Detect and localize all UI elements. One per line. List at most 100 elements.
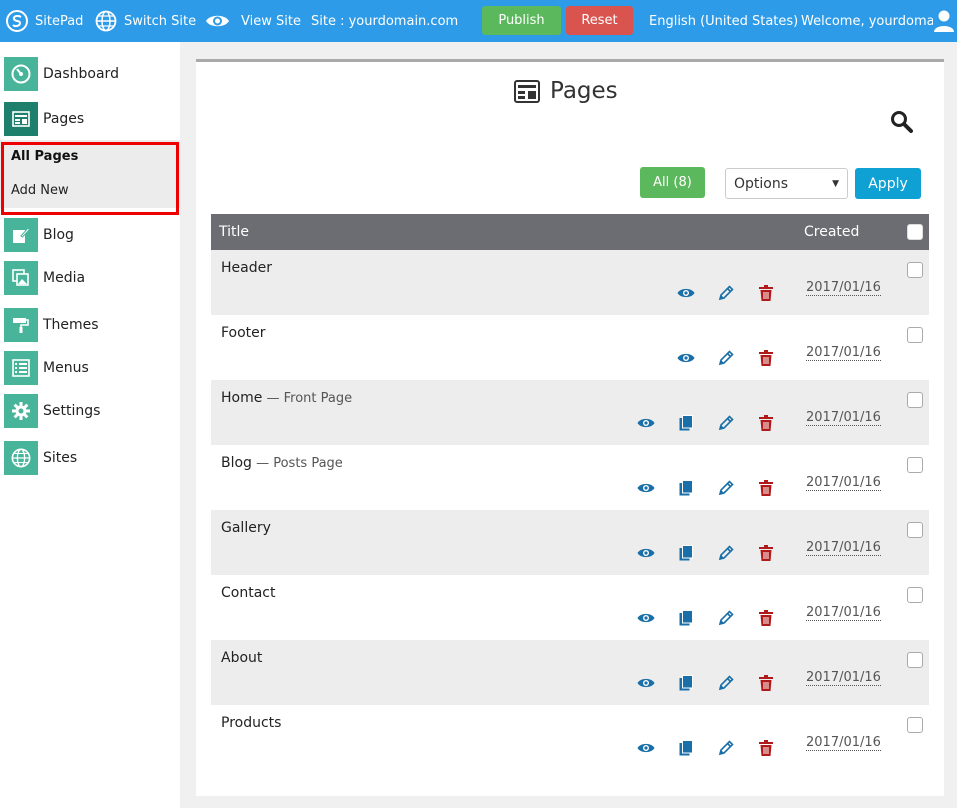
sidebar-item-label: Blog bbox=[43, 227, 74, 243]
sidebar-item-label: Menus bbox=[43, 360, 89, 376]
delete-trash-icon[interactable] bbox=[757, 349, 775, 367]
column-created: Created bbox=[804, 224, 860, 240]
page-name: Home bbox=[221, 390, 263, 406]
view-eye-icon[interactable] bbox=[637, 739, 655, 757]
copy-icon[interactable] bbox=[677, 479, 695, 497]
view-eye-icon[interactable] bbox=[637, 674, 655, 692]
edit-pencil-icon[interactable] bbox=[717, 414, 735, 432]
view-eye-icon[interactable] bbox=[677, 349, 695, 367]
sidebar-item-menus[interactable]: Menus bbox=[0, 350, 180, 386]
view-eye-icon[interactable] bbox=[637, 479, 655, 497]
row-title[interactable]: Footer bbox=[221, 325, 266, 341]
copy-icon[interactable] bbox=[677, 739, 695, 757]
page-name: About bbox=[221, 650, 263, 666]
blog-edit-icon bbox=[4, 218, 38, 252]
sidebar-item-dashboard[interactable]: Dashboard bbox=[0, 55, 180, 93]
top-bar: SitePad Switch Site View Site Site : you… bbox=[0, 0, 957, 42]
row-checkbox[interactable] bbox=[907, 262, 923, 278]
language-selector[interactable]: English (United States) bbox=[649, 0, 798, 42]
edit-pencil-icon[interactable] bbox=[717, 544, 735, 562]
dropdown-arrow-icon: ▼ bbox=[832, 178, 839, 189]
bulk-options-value: Options bbox=[734, 175, 789, 192]
select-all-checkbox[interactable] bbox=[907, 224, 923, 240]
pages-table-body: Header 2017/01/16 Footer 2017/01/16 Home — F… bbox=[211, 250, 929, 770]
publish-button[interactable]: Publish bbox=[482, 6, 561, 35]
language-label: English (United States) bbox=[649, 13, 799, 29]
brand-link[interactable]: SitePad bbox=[6, 0, 83, 42]
created-date: 2017/01/16 bbox=[806, 410, 881, 426]
view-site-link[interactable]: View Site bbox=[205, 0, 301, 42]
sidebar-subitem-add-new[interactable]: Add New bbox=[0, 173, 180, 208]
sidebar-subitem-all-pages[interactable]: All Pages bbox=[0, 140, 180, 173]
welcome-user[interactable]: Welcome, yourdoma bbox=[801, 0, 933, 42]
delete-trash-icon[interactable] bbox=[757, 544, 775, 562]
copy-icon[interactable] bbox=[677, 609, 695, 627]
brand-label: SitePad bbox=[35, 13, 84, 29]
delete-trash-icon[interactable] bbox=[757, 414, 775, 432]
copy-icon[interactable] bbox=[677, 414, 695, 432]
table-row: Footer 2017/01/16 bbox=[211, 315, 929, 380]
row-checkbox[interactable] bbox=[907, 457, 923, 473]
delete-trash-icon[interactable] bbox=[757, 739, 775, 757]
edit-pencil-icon[interactable] bbox=[717, 479, 735, 497]
edit-pencil-icon[interactable] bbox=[717, 674, 735, 692]
edit-pencil-icon[interactable] bbox=[717, 609, 735, 627]
column-title: Title bbox=[219, 224, 250, 240]
row-checkbox[interactable] bbox=[907, 587, 923, 603]
paint-roller-icon bbox=[4, 308, 38, 342]
row-title[interactable]: Products bbox=[221, 715, 281, 731]
switch-site-link[interactable]: Switch Site bbox=[95, 0, 196, 42]
sidebar-item-settings[interactable]: Settings bbox=[0, 393, 180, 429]
table-row: Products 2017/01/16 bbox=[211, 705, 929, 770]
sidebar-item-themes[interactable]: Themes bbox=[0, 307, 180, 343]
user-icon[interactable] bbox=[933, 0, 955, 42]
row-title[interactable]: Gallery bbox=[221, 520, 271, 536]
created-date: 2017/01/16 bbox=[806, 735, 881, 751]
created-date: 2017/01/16 bbox=[806, 280, 881, 296]
page-name: Products bbox=[221, 715, 282, 731]
delete-trash-icon[interactable] bbox=[757, 609, 775, 627]
view-site-label: View Site bbox=[241, 13, 301, 29]
table-header: Title Created bbox=[211, 214, 929, 250]
created-date: 2017/01/16 bbox=[806, 670, 881, 686]
bulk-options-select[interactable]: Options ▼ bbox=[725, 168, 848, 199]
view-eye-icon[interactable] bbox=[677, 284, 695, 302]
row-title[interactable]: Blog — Posts Page bbox=[221, 455, 343, 471]
edit-pencil-icon[interactable] bbox=[717, 739, 735, 757]
page-name: Contact bbox=[221, 585, 276, 601]
row-checkbox[interactable] bbox=[907, 392, 923, 408]
filter-all-button[interactable]: All (8) bbox=[640, 167, 705, 198]
delete-trash-icon[interactable] bbox=[757, 479, 775, 497]
sidebar-item-blog[interactable]: Blog bbox=[0, 217, 180, 253]
view-eye-icon[interactable] bbox=[637, 609, 655, 627]
row-title[interactable]: Home — Front Page bbox=[221, 390, 352, 406]
sidebar-item-label: Settings bbox=[43, 403, 101, 419]
row-checkbox[interactable] bbox=[907, 717, 923, 733]
sidebar-item-pages[interactable]: Pages bbox=[0, 100, 180, 138]
sidebar-item-sites[interactable]: Sites bbox=[0, 440, 180, 476]
main-panel: Pages All (8) Options ▼ Apply Title Crea… bbox=[196, 59, 944, 796]
created-date: 2017/01/16 bbox=[806, 605, 881, 621]
row-title[interactable]: Contact bbox=[221, 585, 275, 601]
row-checkbox[interactable] bbox=[907, 327, 923, 343]
row-checkbox[interactable] bbox=[907, 652, 923, 668]
page-name: Gallery bbox=[221, 520, 271, 536]
view-eye-icon[interactable] bbox=[637, 414, 655, 432]
delete-trash-icon[interactable] bbox=[757, 674, 775, 692]
edit-pencil-icon[interactable] bbox=[717, 349, 735, 367]
sidebar-item-media[interactable]: Media bbox=[0, 260, 180, 296]
row-title[interactable]: Header bbox=[221, 260, 272, 276]
copy-icon[interactable] bbox=[677, 544, 695, 562]
edit-pencil-icon[interactable] bbox=[717, 284, 735, 302]
apply-button[interactable]: Apply bbox=[855, 168, 921, 199]
table-row: Header 2017/01/16 bbox=[211, 250, 929, 315]
delete-trash-icon[interactable] bbox=[757, 284, 775, 302]
reset-button[interactable]: Reset bbox=[566, 6, 633, 35]
sidebar-item-label: Sites bbox=[43, 450, 78, 466]
copy-icon[interactable] bbox=[677, 674, 695, 692]
view-eye-icon[interactable] bbox=[637, 544, 655, 562]
search-icon[interactable] bbox=[890, 110, 914, 138]
row-title[interactable]: About bbox=[221, 650, 262, 666]
row-checkbox[interactable] bbox=[907, 522, 923, 538]
page-tag: — Posts Page bbox=[251, 456, 343, 471]
